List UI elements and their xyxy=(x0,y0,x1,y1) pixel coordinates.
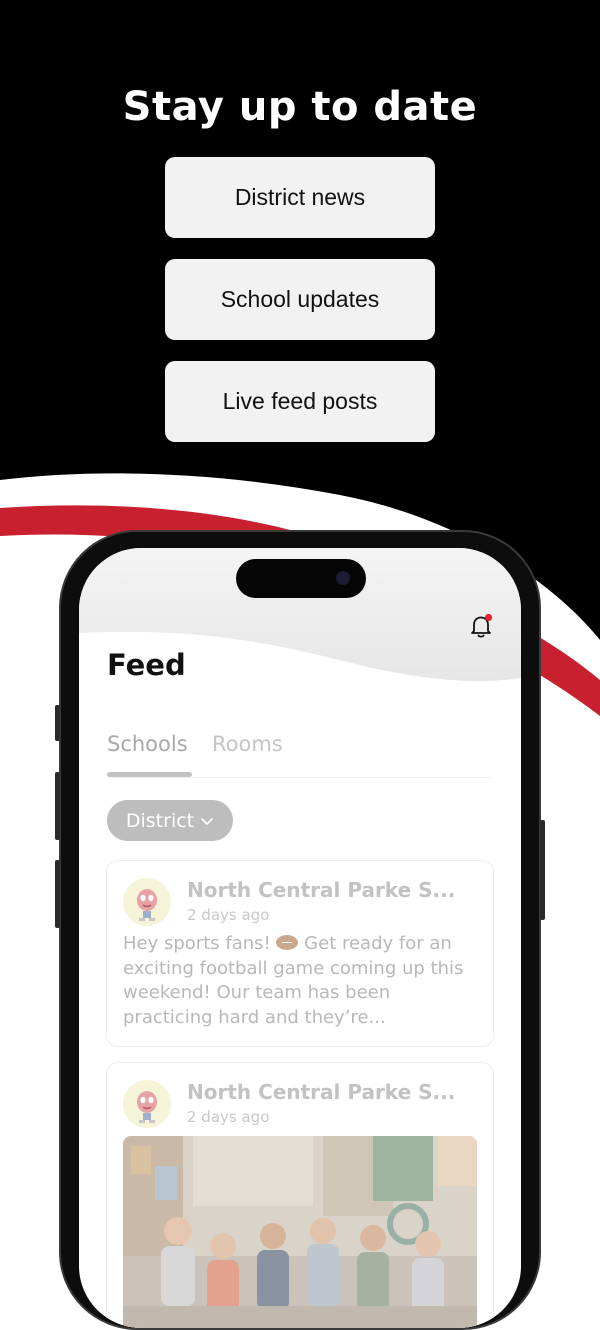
phone-mute-switch xyxy=(55,705,60,741)
bell-icon[interactable] xyxy=(467,612,495,640)
phone-volume-up-button xyxy=(55,772,60,840)
tab-selected-indicator xyxy=(107,772,192,777)
chevron-down-icon xyxy=(201,817,213,825)
notification-badge xyxy=(484,613,493,622)
phone-side-button xyxy=(540,820,545,920)
post-timestamp: 2 days ago xyxy=(187,1108,270,1126)
classroom-photo-image xyxy=(123,1136,477,1328)
post-author[interactable]: North Central Parke S... xyxy=(187,1080,455,1104)
phone-screen: Feed Schools Rooms District North Centra… xyxy=(79,548,521,1328)
school-avatar xyxy=(123,878,171,926)
football-emoji-icon xyxy=(276,935,299,950)
district-filter-dropdown[interactable]: District xyxy=(107,800,233,841)
phone-volume-down-button xyxy=(55,860,60,928)
promo-headline: Stay up to date xyxy=(122,84,478,130)
post-author[interactable]: North Central Parke S... xyxy=(187,878,455,902)
post-body: Hey sports fans! Get ready for an exciti… xyxy=(123,932,468,1030)
feature-card-district-news: District news xyxy=(165,157,435,238)
tab-rooms[interactable]: Rooms xyxy=(212,732,283,756)
post-card[interactable]: North Central Parke S... 2 days ago Hey … xyxy=(106,860,494,1047)
school-avatar xyxy=(123,1080,171,1128)
mascot-logo-icon xyxy=(137,889,157,921)
mascot-logo-icon xyxy=(137,1091,157,1123)
post-card[interactable]: North Central Parke S... 2 days ago xyxy=(106,1062,494,1328)
tab-schools[interactable]: Schools xyxy=(107,732,188,756)
filter-label: District xyxy=(125,809,195,832)
post-photo[interactable] xyxy=(123,1136,477,1328)
post-timestamp: 2 days ago xyxy=(187,906,270,924)
dynamic-island xyxy=(236,559,366,598)
feature-card-live-feed-posts: Live feed posts xyxy=(165,361,435,442)
feature-card-school-updates: School updates xyxy=(165,259,435,340)
camera-icon xyxy=(336,571,350,585)
page-title: Feed xyxy=(107,648,186,682)
tabs-divider xyxy=(107,777,493,778)
post-body-text-start: Hey sports fans! xyxy=(123,933,277,954)
